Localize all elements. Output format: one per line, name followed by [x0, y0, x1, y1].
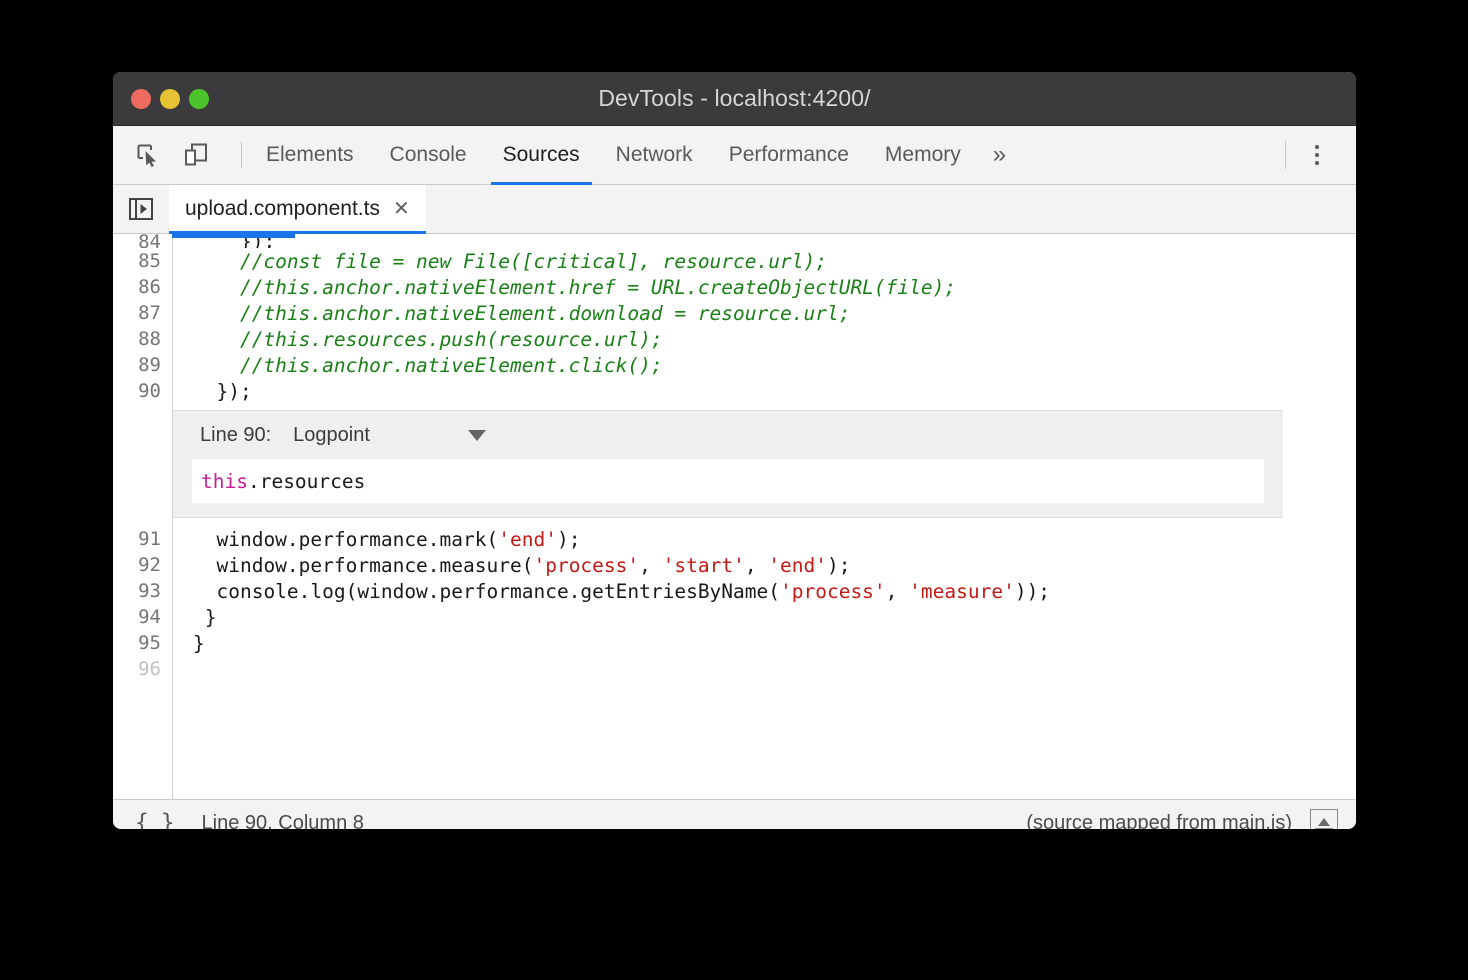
toolbar-icon-group [113, 126, 248, 184]
code-lines-before-logpoint: 84 }); 85 //const file = new File([criti… [113, 234, 1356, 404]
window-titlebar: DevTools - localhost:4200/ [113, 72, 1356, 126]
logpoint-expression-rest: .resources [248, 470, 365, 493]
line-number: 91 [113, 528, 172, 550]
drawer-bar [1315, 828, 1333, 829]
line-content: //this.anchor.nativeElement.download = r… [172, 302, 850, 325]
horizontal-scrollbar[interactable] [172, 234, 295, 238]
line-content: //this.anchor.nativeElement.click(); [172, 354, 663, 377]
file-tab-upload-component[interactable]: upload.component.ts ✕ [169, 185, 426, 233]
tab-network[interactable]: Network [598, 126, 711, 184]
line-number: 94 [113, 606, 172, 628]
close-icon[interactable]: ✕ [393, 199, 410, 219]
code-line: 91 window.performance.mark('end'); [113, 526, 1356, 552]
code-line: 87 //this.anchor.nativeElement.download … [113, 300, 1356, 326]
line-number: 96 [113, 658, 172, 680]
panel-tabs: Elements Console Sources Network Perform… [248, 126, 1020, 184]
toolbar-divider [241, 142, 242, 168]
tab-console[interactable]: Console [372, 126, 485, 184]
code-line: 85 //const file = new File([critical], r… [113, 248, 1356, 274]
code-line: 94 } [113, 604, 1356, 630]
logpoint-line-label: Line 90: [200, 424, 271, 447]
line-number: 95 [113, 632, 172, 654]
devtools-window: DevTools - localhost:4200/ [113, 72, 1356, 829]
more-tabs-icon[interactable]: » [979, 126, 1020, 184]
chevron-down-icon[interactable] [468, 430, 486, 441]
devtools-toolbar: Elements Console Sources Network Perform… [113, 126, 1356, 185]
window-controls [131, 89, 209, 109]
toolbar-divider-right [1285, 141, 1286, 169]
code-line: 86 //this.anchor.nativeElement.href = UR… [113, 274, 1356, 300]
line-number: 88 [113, 328, 172, 350]
logpoint-keyword: this [201, 470, 248, 493]
source-editor[interactable]: 84 }); 85 //const file = new File([criti… [113, 234, 1356, 799]
line-number: 84 [113, 234, 172, 248]
line-content: console.log(window.performance.getEntrie… [172, 580, 1050, 603]
source-map-suffix: ) [1285, 812, 1292, 830]
line-number: 90 [113, 380, 172, 402]
logpoint-header: Line 90: Logpoint [173, 411, 1283, 459]
code-line: 96 [113, 656, 1356, 682]
tab-performance[interactable]: Performance [711, 126, 867, 184]
tab-elements[interactable]: Elements [248, 126, 372, 184]
maximize-window-button[interactable] [189, 89, 209, 109]
inspect-element-icon[interactable] [131, 138, 165, 172]
line-content: } [172, 606, 216, 629]
screen: DevTools - localhost:4200/ [0, 0, 1468, 980]
line-content: }); [172, 380, 252, 403]
line-number: 87 [113, 302, 172, 324]
tab-sources[interactable]: Sources [485, 126, 598, 184]
tab-memory[interactable]: Memory [867, 126, 979, 184]
line-content: //this.anchor.nativeElement.href = URL.c… [172, 276, 956, 299]
logpoint-type-label: Logpoint [293, 424, 370, 447]
source-map-link[interactable]: main.js [1222, 812, 1285, 830]
line-number: 92 [113, 554, 172, 576]
line-number: 93 [113, 580, 172, 602]
logpoint-expression-input[interactable]: this.resources [192, 459, 1264, 503]
line-content: window.performance.measure('process', 's… [172, 554, 850, 577]
code-lines-after-logpoint: 91 window.performance.mark('end'); 92 wi… [113, 526, 1356, 682]
close-window-button[interactable] [131, 89, 151, 109]
toolbar-right-group [1285, 126, 1356, 184]
source-map-note: (source mapped from main.js) [1026, 812, 1292, 830]
kebab-menu-icon[interactable] [1302, 138, 1332, 172]
file-tab-label: upload.component.ts [185, 197, 380, 221]
device-toolbar-icon[interactable] [179, 138, 213, 172]
code-line: 92 window.performance.measure('process',… [113, 552, 1356, 578]
code-line: 84 }); [113, 234, 1356, 248]
file-tab-strip: upload.component.ts ✕ [113, 185, 1356, 234]
cursor-position-label: Line 90, Column 8 [202, 812, 364, 830]
pretty-print-icon[interactable]: { } [135, 810, 174, 829]
show-navigator-icon[interactable] [113, 185, 169, 233]
logpoint-editor: Line 90: Logpoint this.resources [173, 410, 1283, 518]
triangle-up-icon [1318, 818, 1330, 826]
line-number: 85 [113, 250, 172, 272]
code-line: 88 //this.resources.push(resource.url); [113, 326, 1356, 352]
code-line: 89 //this.anchor.nativeElement.click(); [113, 352, 1356, 378]
line-content: window.performance.mark('end'); [172, 528, 580, 551]
window-title: DevTools - localhost:4200/ [113, 85, 1356, 112]
line-content: } [172, 632, 205, 655]
code-line: 90 }); [113, 378, 1356, 404]
show-drawer-button[interactable] [1310, 809, 1338, 829]
code-line: 93 console.log(window.performance.getEnt… [113, 578, 1356, 604]
code-line: 95 } [113, 630, 1356, 656]
line-number: 86 [113, 276, 172, 298]
minimize-window-button[interactable] [160, 89, 180, 109]
line-content: //this.resources.push(resource.url); [172, 328, 663, 351]
line-number: 89 [113, 354, 172, 376]
source-map-prefix: (source mapped from [1026, 812, 1222, 830]
line-content: //const file = new File([critical], reso… [172, 250, 827, 273]
editor-status-bar: { } Line 90, Column 8 (source mapped fro… [113, 799, 1356, 829]
